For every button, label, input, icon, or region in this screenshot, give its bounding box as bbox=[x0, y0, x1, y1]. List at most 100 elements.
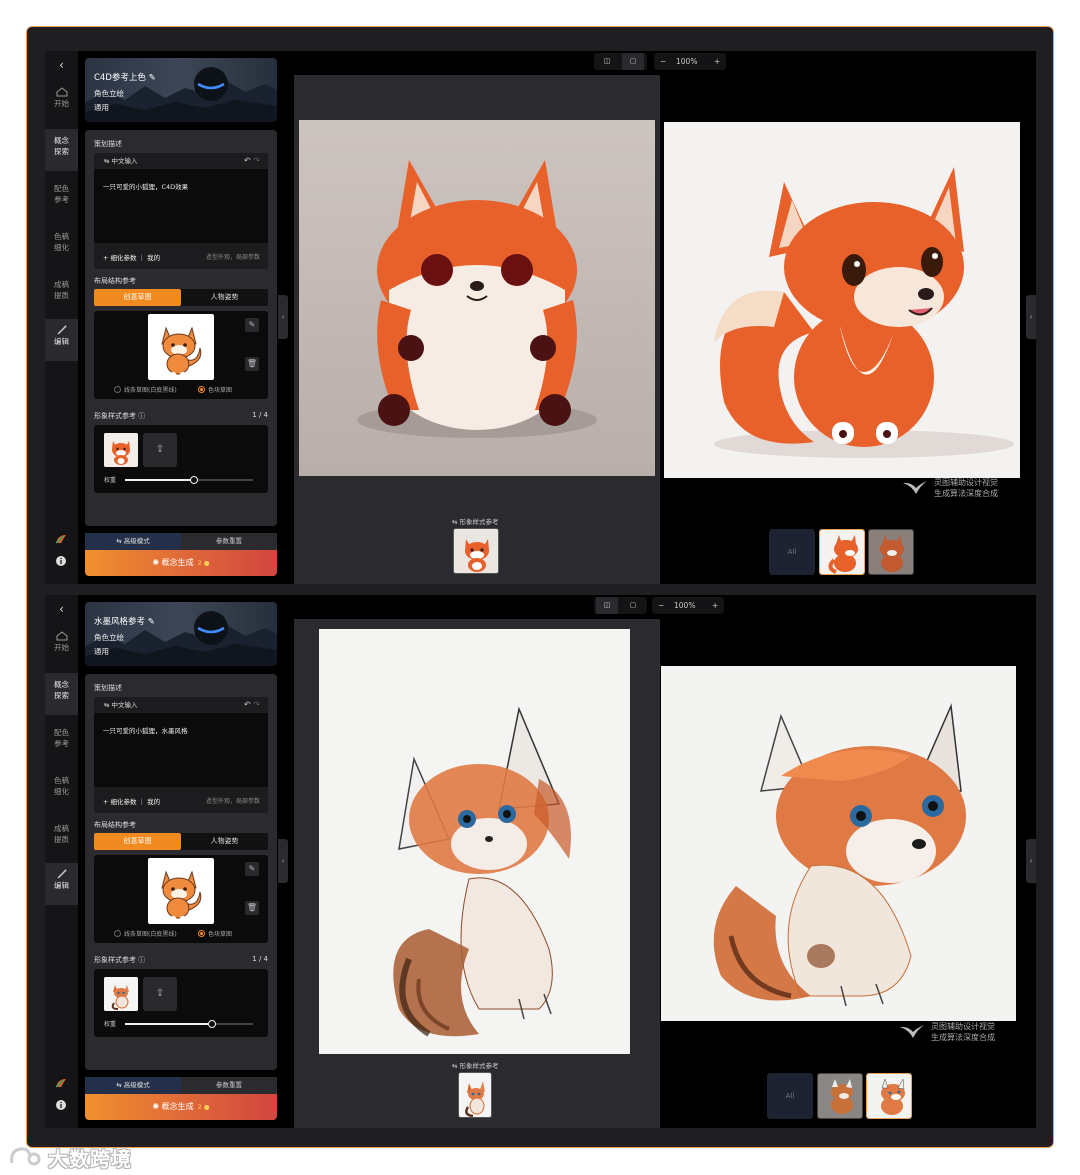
rail-item-concept[interactable]: 概念探索 bbox=[45, 129, 78, 171]
fox-c4d-ref-thumb bbox=[454, 529, 498, 573]
collapse-left-button[interactable]: ‹ bbox=[278, 839, 288, 883]
single-view-icon[interactable]: ▢ bbox=[622, 53, 644, 70]
tab-pose[interactable]: 人物姿势 bbox=[181, 833, 268, 850]
reset-params-button[interactable]: 参数重置 bbox=[181, 533, 277, 550]
filter-all-button[interactable]: All bbox=[767, 1073, 813, 1119]
reference-thumbnail[interactable] bbox=[458, 1072, 492, 1118]
sketch-area[interactable]: ✎ 🗑 线条草图(白底黑线) 色块草图 bbox=[94, 855, 268, 943]
weight-slider-handle[interactable] bbox=[208, 1020, 217, 1028]
back-button[interactable]: ‹ bbox=[45, 55, 78, 75]
input-language-header[interactable]: ⇆ 中文输入 bbox=[94, 153, 268, 169]
rail-item-refine[interactable]: 色稿细化 bbox=[45, 225, 78, 267]
result-thumbnail[interactable] bbox=[866, 1073, 912, 1119]
radio-line-sketch[interactable]: 线条草图(白底黑线) bbox=[114, 929, 177, 938]
sketch-area[interactable]: ✎ 🗑 线条草图(白底黑线) 色块草图 bbox=[94, 311, 268, 399]
sketch-thumbnail[interactable] bbox=[148, 314, 214, 380]
refine-bar: + 细化参数 ｜ 我的 造型外观，局部参数 bbox=[94, 243, 268, 269]
help-icon[interactable]: ⓘ bbox=[138, 412, 145, 420]
tab-creative-sketch[interactable]: 创意草图 bbox=[94, 833, 181, 850]
rail-item-label: 成稿提质 bbox=[54, 280, 69, 300]
weight-slider-fill bbox=[125, 1023, 213, 1025]
help-icon[interactable]: ⓘ bbox=[138, 956, 145, 964]
upload-cloud-icon[interactable]: ⇪ bbox=[143, 977, 177, 1011]
collapse-right-button[interactable]: ‹ bbox=[1026, 839, 1036, 883]
weight-slider[interactable] bbox=[125, 1020, 253, 1028]
tab-pose[interactable]: 人物姿势 bbox=[181, 289, 268, 306]
weight-label: 权重 bbox=[104, 477, 117, 484]
undo-redo-icons[interactable]: ↶ ↷ bbox=[244, 697, 260, 713]
result-thumbnail[interactable] bbox=[819, 529, 865, 575]
zoom-in-button[interactable]: + bbox=[714, 53, 720, 70]
generate-button[interactable]: ✺ 概念生成 2 ● bbox=[85, 1094, 277, 1120]
rail-item-quality[interactable]: 成稿提质 bbox=[45, 273, 78, 315]
info-icon[interactable] bbox=[55, 555, 67, 567]
zoom-in-button[interactable]: + bbox=[712, 597, 718, 614]
generate-button[interactable]: ✺ 概念生成 2 ● bbox=[85, 550, 277, 576]
generated-image-ink-1[interactable] bbox=[319, 629, 630, 1054]
rail-item-color[interactable]: 配色参考 bbox=[45, 721, 78, 763]
radio-color-sketch[interactable]: 色块草图 bbox=[198, 385, 232, 394]
generated-image-ink-2[interactable] bbox=[661, 666, 1016, 1021]
refine-params-button[interactable]: + 细化参数 ｜ 我的 bbox=[103, 796, 160, 806]
reset-params-button[interactable]: 参数重置 bbox=[181, 1077, 277, 1094]
edit-icon[interactable]: ✎ bbox=[149, 73, 156, 83]
result-thumbnail[interactable] bbox=[817, 1073, 863, 1119]
prompt-box: ⇆ 中文输入 ↶ ↷ 一只可爱的小狐狸，水墨风格 + 细化参数 ｜ 我的 造型外… bbox=[94, 697, 268, 813]
zoom-out-button[interactable]: − bbox=[658, 597, 664, 614]
rail-item-start[interactable]: 开始 bbox=[45, 81, 78, 123]
trash-icon[interactable]: 🗑 bbox=[245, 901, 259, 915]
style-reference-thumbnail[interactable] bbox=[104, 977, 138, 1011]
left-rail: ‹ 开始 概念探索 配色参考 色稿细化 成稿提质 编辑 bbox=[45, 595, 78, 1128]
compare-view-icon[interactable]: ◫ bbox=[596, 597, 618, 614]
rail-item-refine[interactable]: 色稿细化 bbox=[45, 769, 78, 811]
bird-logo-icon bbox=[903, 481, 927, 494]
rail-item-start[interactable]: 开始 bbox=[45, 625, 78, 667]
back-button[interactable]: ‹ bbox=[45, 599, 78, 619]
wand-icon bbox=[56, 325, 66, 335]
edit-icon[interactable]: ✎ bbox=[148, 617, 155, 627]
brush-icon[interactable]: ✎ bbox=[245, 862, 259, 876]
weight-slider-fill bbox=[125, 479, 195, 481]
weight-slider-handle[interactable] bbox=[190, 476, 199, 484]
fox-ink-thumb bbox=[104, 977, 138, 1011]
prompt-input[interactable]: 一只可爱的小狐狸，C4D效果 bbox=[103, 181, 188, 191]
template-banner[interactable]: C4D参考上色 ✎ 角色立绘 通用 bbox=[85, 58, 277, 122]
prompt-input[interactable]: 一只可爱的小狐狸，水墨风格 bbox=[103, 725, 188, 735]
collapse-right-button[interactable]: ‹ bbox=[1026, 295, 1036, 339]
rail-item-label: 配色参考 bbox=[54, 184, 69, 204]
rail-item-edit[interactable]: 编辑 bbox=[45, 319, 78, 361]
input-language-header[interactable]: ⇆ 中文输入 bbox=[94, 697, 268, 713]
rail-item-quality[interactable]: 成稿提质 bbox=[45, 817, 78, 859]
radio-color-sketch[interactable]: 色块草图 bbox=[198, 929, 232, 938]
style-reference-thumbnail[interactable] bbox=[104, 433, 138, 467]
undo-redo-icons[interactable]: ↶ ↷ bbox=[244, 153, 260, 169]
parameter-card: 策划描述 ⇆ 中文输入 ↶ ↷ 一只可爱的小狐狸，水墨风格 + 细化参数 ｜ 我… bbox=[85, 674, 277, 1070]
template-banner[interactable]: 水墨风格参考 ✎ 角色立绘 通用 bbox=[85, 602, 277, 666]
layout-tabs: 创意草图 人物姿势 bbox=[94, 289, 268, 306]
compare-view-icon[interactable]: ◫ bbox=[596, 53, 618, 70]
brush-icon[interactable]: ✎ bbox=[245, 318, 259, 332]
advanced-mode-button[interactable]: ⇆ 高级模式 bbox=[85, 1077, 181, 1094]
weight-slider[interactable] bbox=[125, 476, 253, 484]
palette-icon[interactable] bbox=[55, 533, 67, 545]
rail-item-color[interactable]: 配色参考 bbox=[45, 177, 78, 219]
generated-image-c4d-1[interactable] bbox=[299, 120, 655, 476]
info-icon[interactable] bbox=[55, 1099, 67, 1111]
rail-item-concept[interactable]: 概念探索 bbox=[45, 673, 78, 715]
filter-all-button[interactable]: All bbox=[769, 529, 815, 575]
advanced-mode-button[interactable]: ⇆ 高级模式 bbox=[85, 533, 181, 550]
zoom-out-button[interactable]: − bbox=[660, 53, 666, 70]
radio-line-sketch[interactable]: 线条草图(白底黑线) bbox=[114, 385, 177, 394]
upload-cloud-icon[interactable]: ⇪ bbox=[143, 433, 177, 467]
rail-item-edit[interactable]: 编辑 bbox=[45, 863, 78, 905]
sketch-thumbnail[interactable] bbox=[148, 858, 214, 924]
tab-creative-sketch[interactable]: 创意草图 bbox=[94, 289, 181, 306]
result-thumbnail[interactable] bbox=[868, 529, 914, 575]
trash-icon[interactable]: 🗑 bbox=[245, 357, 259, 371]
reference-thumbnail[interactable] bbox=[453, 528, 499, 574]
refine-params-button[interactable]: + 细化参数 ｜ 我的 bbox=[103, 252, 160, 262]
palette-icon[interactable] bbox=[55, 1077, 67, 1089]
single-view-icon[interactable]: ▢ bbox=[622, 597, 644, 614]
generated-image-c4d-2[interactable] bbox=[664, 122, 1020, 478]
collapse-left-button[interactable]: ‹ bbox=[278, 295, 288, 339]
